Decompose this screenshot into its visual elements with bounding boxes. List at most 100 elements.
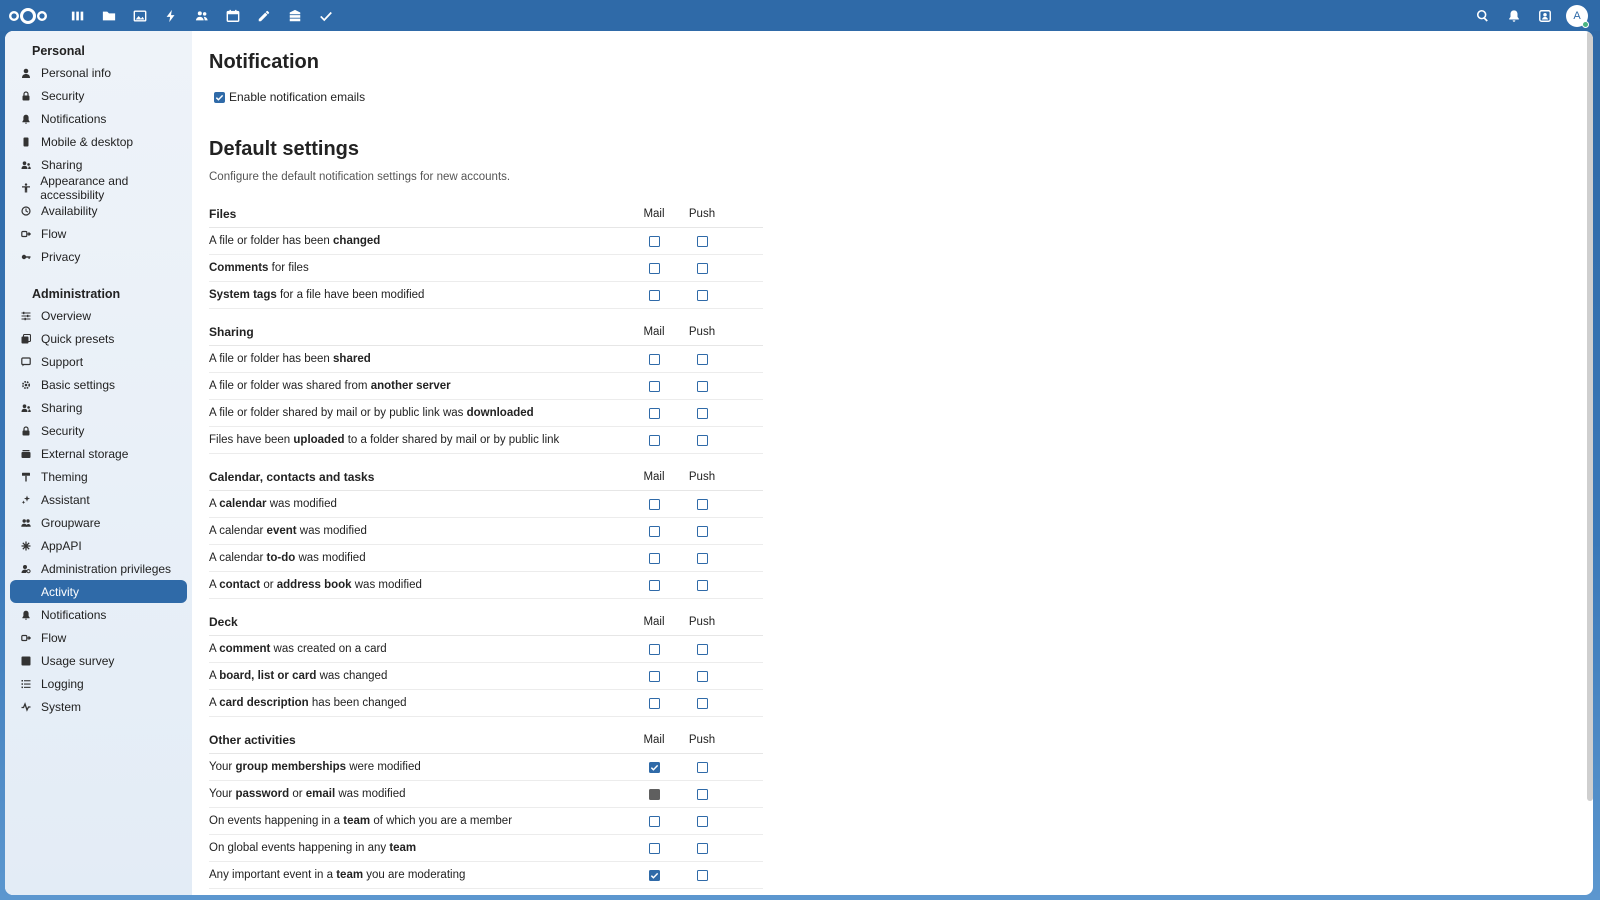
sidebar-item-personal-personal-info[interactable]: Personal info — [10, 61, 187, 84]
sidebar-item-personal-appearance-and-accessibility[interactable]: Appearance and accessibility — [10, 174, 187, 202]
mail-checkbox[interactable] — [648, 643, 660, 655]
user-avatar[interactable]: A — [1566, 4, 1589, 28]
sidebar-item-admin-support[interactable]: Support — [10, 350, 187, 373]
mail-checkbox[interactable] — [648, 262, 660, 274]
mail-checkbox[interactable] — [648, 842, 660, 854]
presets-icon — [19, 333, 33, 344]
check-icon[interactable] — [310, 0, 341, 31]
mail-checkbox[interactable] — [648, 434, 660, 446]
notifications-bell-icon[interactable] — [1498, 0, 1529, 31]
contacts-menu-icon[interactable] — [1529, 0, 1560, 31]
sidebar-item-personal-flow[interactable]: Flow — [10, 222, 187, 245]
sidebar-item-admin-system[interactable]: System — [10, 695, 187, 718]
setting-label-text: for files — [268, 262, 309, 274]
push-checkbox[interactable] — [696, 761, 708, 773]
search-icon[interactable] — [1467, 0, 1498, 31]
setting-label-text: Your — [209, 788, 236, 800]
push-checkbox[interactable] — [696, 525, 708, 537]
sidebar-item-personal-availability[interactable]: Availability — [10, 199, 187, 222]
sidebar-item-admin-flow[interactable]: Flow — [10, 626, 187, 649]
contacts-icon[interactable] — [186, 0, 217, 31]
calendar-icon[interactable] — [217, 0, 248, 31]
mail-checkbox[interactable] — [648, 353, 660, 365]
nextcloud-logo[interactable] — [8, 6, 48, 26]
push-checkbox[interactable] — [696, 869, 708, 881]
sidebar-item-admin-appapi[interactable]: AppAPI — [10, 534, 187, 557]
setting-label-text: Any important event in a — [209, 869, 337, 881]
mail-checkbox[interactable] — [648, 498, 660, 510]
setting-label: A file or folder has been shared — [209, 353, 630, 365]
dashboard-icon[interactable] — [62, 0, 93, 31]
mail-cell — [630, 434, 678, 446]
lightning-icon[interactable] — [155, 0, 186, 31]
push-checkbox[interactable] — [696, 407, 708, 419]
mail-checkbox[interactable] — [648, 697, 660, 709]
sidebar-item-admin-quick-presets[interactable]: Quick presets — [10, 327, 187, 350]
setting-label-bold: uploaded — [293, 434, 345, 446]
sidebar-item-admin-overview[interactable]: Overview — [10, 304, 187, 327]
sidebar-item-personal-privacy[interactable]: Privacy — [10, 245, 187, 268]
setting-label: A file or folder was shared from another… — [209, 380, 630, 392]
mail-checkbox[interactable] — [648, 380, 660, 392]
sidebar-item-personal-mobile-desktop[interactable]: Mobile & desktop — [10, 130, 187, 153]
pencil-icon[interactable] — [248, 0, 279, 31]
page-scrollbar[interactable] — [1587, 31, 1593, 801]
push-checkbox[interactable] — [696, 643, 708, 655]
push-checkbox[interactable] — [696, 235, 708, 247]
sidebar-item-personal-notifications[interactable]: Notifications — [10, 107, 187, 130]
mail-checkbox[interactable] — [648, 235, 660, 247]
sidebar-item-admin-basic-settings[interactable]: Basic settings — [10, 373, 187, 396]
mail-checkbox[interactable] — [648, 579, 660, 591]
section-header: Other activities Mail Push — [209, 727, 763, 754]
push-checkbox[interactable] — [696, 380, 708, 392]
mail-checkbox[interactable] — [648, 869, 660, 881]
setting-label-text: A calendar — [209, 525, 267, 537]
push-cell — [678, 262, 726, 274]
setting-label-text: or — [289, 788, 306, 800]
push-checkbox[interactable] — [696, 434, 708, 446]
setting-label-bold: team — [389, 842, 417, 854]
mail-checkbox[interactable] — [648, 525, 660, 537]
notification-setting-row: A comment was created on a card — [209, 636, 763, 663]
folder-icon[interactable] — [93, 0, 124, 31]
enable-emails-checkbox[interactable] — [214, 91, 225, 103]
mail-checkbox[interactable] — [648, 552, 660, 564]
push-checkbox[interactable] — [696, 697, 708, 709]
push-checkbox[interactable] — [696, 788, 708, 800]
avatar-initial: A — [1573, 9, 1581, 22]
sidebar-item-admin-theming[interactable]: Theming — [10, 465, 187, 488]
push-checkbox[interactable] — [696, 815, 708, 827]
default-settings-description: Configure the default notification setti… — [209, 171, 511, 183]
deck-icon[interactable] — [279, 0, 310, 31]
storage-icon — [19, 449, 33, 459]
sidebar-item-admin-usage-survey[interactable]: Usage survey — [10, 649, 187, 672]
push-checkbox[interactable] — [696, 262, 708, 274]
sidebar-item-personal-security[interactable]: Security — [10, 84, 187, 107]
mail-checkbox[interactable] — [648, 407, 660, 419]
push-checkbox[interactable] — [696, 289, 708, 301]
sidebar-item-admin-external-storage[interactable]: External storage — [10, 442, 187, 465]
sidebar-item-admin-logging[interactable]: Logging — [10, 672, 187, 695]
image-icon[interactable] — [124, 0, 155, 31]
push-checkbox[interactable] — [696, 552, 708, 564]
mail-checkbox[interactable] — [648, 761, 660, 773]
sidebar-item-admin-groupware[interactable]: Groupware — [10, 511, 187, 534]
notification-setting-row: A contact or address book was modified — [209, 572, 763, 599]
sidebar-item-admin-sharing[interactable]: Sharing — [10, 396, 187, 419]
sidebar-item-admin-administration-privileges[interactable]: Administration privileges — [10, 557, 187, 580]
push-checkbox[interactable] — [696, 498, 708, 510]
push-checkbox[interactable] — [696, 579, 708, 591]
setting-label-bold: shared — [333, 353, 371, 365]
mail-checkbox[interactable] — [648, 670, 660, 682]
notification-setting-row: Files have been uploaded to a folder sha… — [209, 427, 763, 454]
push-checkbox[interactable] — [696, 670, 708, 682]
enable-notification-emails[interactable]: Enable notification emails — [209, 90, 1593, 104]
push-checkbox[interactable] — [696, 842, 708, 854]
sidebar-item-admin-security[interactable]: Security — [10, 419, 187, 442]
mail-checkbox[interactable] — [648, 289, 660, 301]
sidebar-item-admin-activity[interactable]: Activity — [10, 580, 187, 603]
push-checkbox[interactable] — [696, 353, 708, 365]
mail-checkbox[interactable] — [648, 815, 660, 827]
sidebar-item-admin-notifications[interactable]: Notifications — [10, 603, 187, 626]
sidebar-item-admin-assistant[interactable]: Assistant — [10, 488, 187, 511]
